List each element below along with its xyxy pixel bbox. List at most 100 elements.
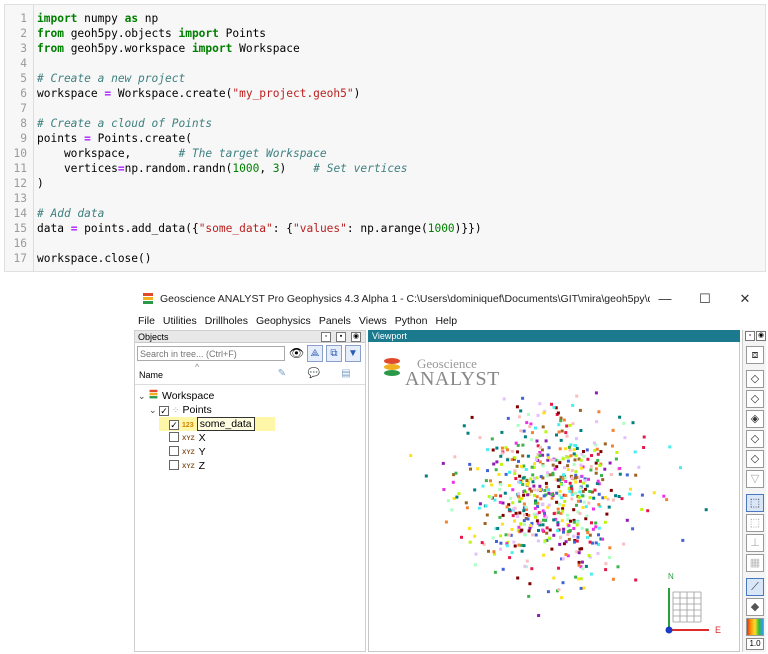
data-checkbox[interactable] [169,432,179,442]
default-view-icon[interactable]: ⧈ [746,346,764,364]
point-marker [523,564,527,568]
viewport-canvas[interactable]: Geoscience ANALYST N E [368,342,740,652]
point-marker [446,499,450,503]
point-marker [538,402,542,406]
tree-item-z[interactable]: XYZ Z [169,459,205,473]
panel-visibility-icon[interactable]: ◉ [756,331,766,341]
point-marker [585,514,589,518]
point-marker [538,520,542,524]
title-bar[interactable]: Geoscience ANALYST Pro Geophysics 4.3 Al… [134,286,766,312]
code-comment: # Add data [37,207,105,220]
bottom-view-icon[interactable]: ◇ [746,450,764,468]
point-marker [499,454,503,458]
point-marker [534,515,537,519]
filter-icon[interactable]: ▼ [345,345,361,362]
data-checkbox[interactable] [169,460,179,470]
menu-views[interactable]: Views [355,312,391,330]
point-marker [604,568,608,572]
grid-icon[interactable]: ▦ [746,554,764,572]
menu-geophysics[interactable]: Geophysics [252,312,315,330]
point-marker [605,512,609,516]
menu-utilities[interactable]: Utilities [159,312,201,330]
tree-item-some-data[interactable]: ✓ 123 some_data [159,417,275,431]
axis-gizmo[interactable] [659,580,739,640]
maximize-button[interactable]: ☐ [690,289,720,309]
point-marker [476,467,480,471]
point-marker [575,394,579,398]
visibility-checkbox[interactable]: ✓ [159,406,169,416]
point-marker [573,458,577,462]
scale-readout[interactable]: 1.0 [746,638,764,650]
dock-panel-icon[interactable]: ▪ [336,332,346,342]
point-marker [561,557,565,561]
code-block: 1 import numpy as np 2 from geoh5py.object… [4,4,766,272]
point-marker [499,482,503,486]
point-marker [570,469,574,473]
menu-panels[interactable]: Panels [315,312,355,330]
point-marker [468,462,472,466]
point-marker [574,475,578,479]
center-view-icon[interactable]: ◈ [746,410,764,428]
point-marker [603,442,607,446]
eye-icon[interactable]: 👁 [289,346,304,360]
point-marker [485,513,489,517]
panel-visibility-icon[interactable]: ◉ [351,332,361,342]
expand-chevron-icon[interactable]: ⌄ [149,403,159,417]
front-view-icon[interactable]: ◇ [746,390,764,408]
tag-filter-icon[interactable]: ⧉ [326,345,342,362]
comment-icon[interactable]: 💬 [307,368,321,382]
point-marker [556,507,560,511]
point-marker [571,422,575,426]
funnel-view-icon[interactable]: ▽ [746,470,764,488]
tree-item-y[interactable]: XYZ Y [169,445,206,459]
point-marker [531,533,535,537]
minimize-button[interactable]: — [650,289,680,309]
data-checkbox[interactable]: ✓ [169,420,179,430]
point-marker [576,499,580,503]
sort-caret-icon[interactable]: ^ [195,362,199,372]
ruler-icon[interactable]: ⊥ [746,534,764,552]
point-marker [513,472,517,475]
data-checkbox[interactable] [169,446,179,456]
point-marker [516,576,520,580]
orthographic-view-icon[interactable]: ⬚ [746,514,764,532]
tree-item-points[interactable]: ⌄ ✓ ⁘ Points [149,403,212,417]
perspective-view-icon[interactable]: ⬚ [746,494,764,512]
point-marker [517,543,521,547]
menu-file[interactable]: File [134,312,159,330]
point-marker [640,493,644,497]
point-marker [523,489,527,493]
select-mode-icon[interactable]: ⟁ [307,345,323,362]
point-marker [618,415,622,419]
point-marker [552,518,556,522]
menu-drillholes[interactable]: Drillholes [201,312,252,330]
point-marker [507,484,511,487]
pencil-icon[interactable]: ✎ [275,368,289,382]
tree-item-workspace[interactable]: ⌄ Workspace [138,389,214,403]
point-marker [585,448,589,452]
float-panel-icon[interactable]: ▫ [745,331,755,341]
menu-python[interactable]: Python [391,312,432,330]
close-button[interactable]: ✕ [730,289,760,309]
point-marker [642,446,646,449]
tree-item-x[interactable]: XYZ X [169,431,206,445]
point-marker [611,577,615,581]
rename-field[interactable]: some_data [196,417,255,431]
expand-chevron-icon[interactable]: ⌄ [138,389,148,403]
point-marker [637,465,641,469]
point-marker [528,526,532,530]
axis-toggle-icon[interactable]: ⟋ [746,578,764,596]
document-icon[interactable]: ▤ [339,368,353,382]
point-marker [607,505,611,509]
code-line-2: 2 from geoh5py.objects import Points [5,26,266,41]
side-view-icon[interactable]: ◇ [746,430,764,448]
point-marker [517,415,521,419]
paint-icon[interactable]: ◆ [746,598,764,616]
colorbar-icon[interactable] [746,618,764,636]
float-panel-icon[interactable]: ▫ [321,332,331,342]
point-marker [556,523,560,527]
menu-help[interactable]: Help [431,312,461,330]
top-view-icon[interactable]: ◇ [746,370,764,388]
point-marker [558,461,562,465]
search-input[interactable] [137,346,285,361]
